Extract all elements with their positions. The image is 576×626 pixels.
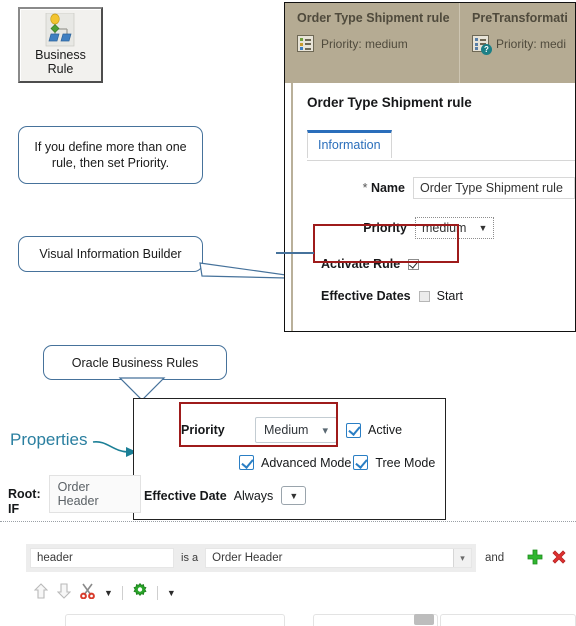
tile-label-line1: Business (35, 48, 86, 62)
priority-select[interactable]: medium ▼ (415, 217, 495, 239)
rule-card-strip: Order Type Shipment rule Priority: mediu… (285, 3, 575, 83)
cut-menu-caret-icon[interactable]: ▼ (104, 588, 113, 598)
rule-detail-dialog: Order Type Shipment rule Information * N… (291, 83, 575, 331)
properties-priority-value: Medium (264, 423, 309, 437)
root-label: Root: (8, 487, 41, 501)
field-priority-row: Priority medium ▼ (321, 217, 575, 239)
effective-start-checkbox[interactable] (418, 290, 430, 302)
help-badge-icon: ? (481, 44, 492, 55)
name-input[interactable]: Order Type Shipment rule (413, 177, 575, 199)
activate-rule-checkbox[interactable] (408, 258, 420, 270)
dialog-title: Order Type Shipment rule (307, 95, 472, 110)
rule-card-pretransformation[interactable]: PreTransformati ? Priority: medi (460, 3, 575, 83)
priority-select-value: medium (422, 221, 467, 235)
vib-pointer-line (276, 252, 314, 254)
field-activate-rule-label: Activate Rule (321, 257, 401, 271)
condition-conjunction-label: and (485, 552, 504, 564)
rule-card-priority-text: Priority: medi (496, 36, 567, 51)
rule-card-priority-text: Priority: medium (321, 36, 408, 51)
tree-mode-checkbox[interactable] (353, 455, 369, 470)
rule-actions-toolbar: ▼ ▼ (33, 582, 176, 604)
cut-icon[interactable] (80, 583, 95, 604)
active-label: Active (368, 423, 403, 437)
oracle-business-rules-properties-panel: Priority Medium ▾ Active Advanced Mode T… (133, 398, 446, 520)
properties-priority-select[interactable]: Medium ▾ (255, 417, 337, 443)
delete-icon[interactable] (551, 549, 567, 565)
tab-information-label: Information (318, 138, 381, 152)
required-marker: * (362, 181, 368, 195)
effective-date-label: Effective Date (144, 488, 227, 503)
condition-variable-input[interactable]: header (30, 548, 174, 568)
if-label-text: IF (8, 502, 20, 516)
rule-card-priority-row: Priority: medium (297, 35, 450, 52)
callout-priority-note-text: If you define more than one rule, then s… (34, 140, 187, 170)
settings-gear-icon[interactable] (132, 582, 148, 604)
advanced-mode-label: Advanced Mode (261, 455, 352, 470)
field-activate-rule-row: Activate Rule (321, 257, 575, 271)
rule-list-icon (297, 35, 314, 52)
add-icon[interactable] (527, 549, 543, 565)
tree-mode-label: Tree Mode (375, 455, 436, 470)
properties-modes-row: Advanced Mode Tree Mode (239, 455, 445, 470)
field-effective-dates-row: Effective Dates Start (321, 289, 575, 303)
field-priority-label: Priority (363, 221, 407, 235)
rule-list-help-icon: ? (472, 35, 492, 55)
settings-menu-caret-icon[interactable]: ▼ (167, 588, 176, 598)
business-rule-palette-tile[interactable]: Business Rule (18, 7, 103, 83)
chevron-down-icon: ▾ (322, 424, 328, 437)
field-name-label-text: Name (370, 181, 405, 195)
callout-oracle-business-rules: Oracle Business Rules (43, 345, 227, 380)
business-rule-tile-label: Business Rule (35, 48, 86, 76)
properties-annotation-text: Properties (10, 430, 88, 449)
condition-variable-value: header (37, 552, 73, 564)
rule-card-order-type-shipment[interactable]: Order Type Shipment rule Priority: mediu… (285, 3, 459, 83)
root-row: Root: Order Header (8, 475, 141, 513)
callout-priority-note: If you define more than one rule, then s… (18, 126, 203, 184)
dialog-tab-strip: Information (307, 130, 575, 161)
business-rule-icon (41, 12, 81, 47)
callout-vib-text: Visual Information Builder (39, 247, 182, 261)
root-value-text: Order Header (57, 480, 99, 508)
if-label: IF (8, 502, 19, 516)
condition-row: header is a Order Header ▾ (26, 544, 476, 572)
effective-start-label: Start (436, 289, 464, 303)
condition-conjunction-text: and (485, 552, 505, 564)
tile-label-line2: Rule (47, 62, 74, 76)
chevron-down-icon: ▼ (478, 223, 488, 233)
properties-effective-date-row: Effective Date Always ▼ (144, 486, 445, 505)
root-value-input[interactable]: Order Header (48, 475, 141, 513)
condition-operator-label: is a (181, 552, 199, 564)
effective-date-dropdown-button[interactable]: ▼ (281, 486, 307, 505)
effective-date-value: Always (233, 488, 274, 503)
condition-type-value: Order Header (212, 552, 283, 564)
rule-card-title: PreTransformati (472, 11, 568, 25)
chevron-down-icon[interactable]: ▾ (453, 549, 471, 567)
properties-priority-label: Priority (181, 423, 225, 437)
toolbar-divider (121, 586, 123, 600)
condition-type-select[interactable]: Order Header ▾ (205, 548, 472, 568)
if-section-divider (0, 521, 576, 522)
callout-visual-information-builder: Visual Information Builder (18, 236, 203, 272)
bottom-partial-dropdown-button[interactable] (414, 614, 434, 625)
toolbar-divider (156, 586, 158, 600)
move-up-icon[interactable] (33, 582, 49, 604)
callout-obr-text: Oracle Business Rules (71, 355, 199, 370)
field-name-label: * Name (321, 181, 413, 195)
rule-card-title: Order Type Shipment rule (297, 11, 450, 25)
tab-information[interactable]: Information (307, 130, 392, 158)
active-checkbox[interactable] (346, 422, 361, 438)
properties-annotation-label: Properties (10, 430, 87, 450)
rule-card-priority-row: ? Priority: medi (472, 35, 567, 55)
move-down-icon[interactable] (56, 582, 72, 604)
bottom-partial-field-3[interactable] (440, 614, 576, 626)
dropdown-caret-icon: ▼ (289, 490, 299, 501)
field-effective-dates-label: Effective Dates (321, 289, 411, 303)
name-input-value: Order Type Shipment rule (420, 181, 563, 195)
properties-priority-row: Priority Medium ▾ Active (181, 417, 445, 443)
bottom-partial-field-1[interactable] (65, 614, 285, 626)
advanced-mode-checkbox[interactable] (239, 455, 254, 470)
visual-information-builder-panel: Order Type Shipment rule Priority: mediu… (284, 2, 576, 332)
field-name-row: * Name Order Type Shipment rule (321, 177, 575, 199)
